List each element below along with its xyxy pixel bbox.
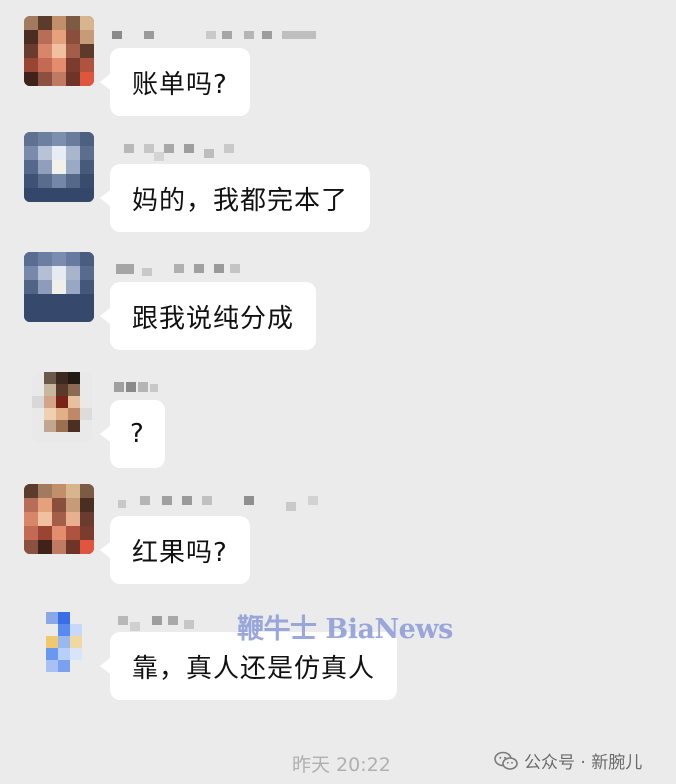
source-tag: 公众号 · 新腕儿 [494,748,642,773]
watermark: 鞭牛士 BiaNews [237,614,453,645]
source-tag-text: 公众号 · 新腕儿 [524,753,643,773]
message-text: 靠，真人还是仿真人 [132,653,376,684]
avatar[interactable] [34,604,94,674]
message-bubble[interactable]: 妈的，我都完本了 [99,164,371,232]
message-text: 妈的，我都完本了 [132,185,349,216]
message-bubble[interactable]: 账单吗? [100,48,250,116]
message-text: 跟我说纯分成 [132,303,295,334]
sender-name-blurred [112,494,322,511]
avatar[interactable] [24,16,94,86]
message-text: ? [130,419,145,449]
chat-window: 账单吗? 妈的，我都完本了 跟我说纯分成 ? 红果吗? 靠，真人还是仿真人 鞭牛… [0,0,676,784]
sender-name-blurred [112,614,202,631]
message-bubble[interactable]: ? [100,400,165,468]
avatar[interactable] [24,132,94,202]
avatar[interactable] [24,252,94,322]
message-bubble[interactable]: 红果吗? [100,516,250,584]
sender-name-blurred [112,28,322,42]
sender-name-blurred [112,144,242,161]
sender-name-blurred [112,380,162,394]
message-bubble[interactable]: 跟我说纯分成 [99,282,317,350]
message-text: 账单吗? [132,69,228,100]
avatar[interactable] [32,372,92,442]
message-text: 红果吗? [132,537,228,568]
sender-name-blurred [112,262,242,276]
wechat-icon [494,751,518,771]
message-timestamp: 昨天 20:22 [292,754,391,776]
avatar[interactable] [24,484,94,554]
